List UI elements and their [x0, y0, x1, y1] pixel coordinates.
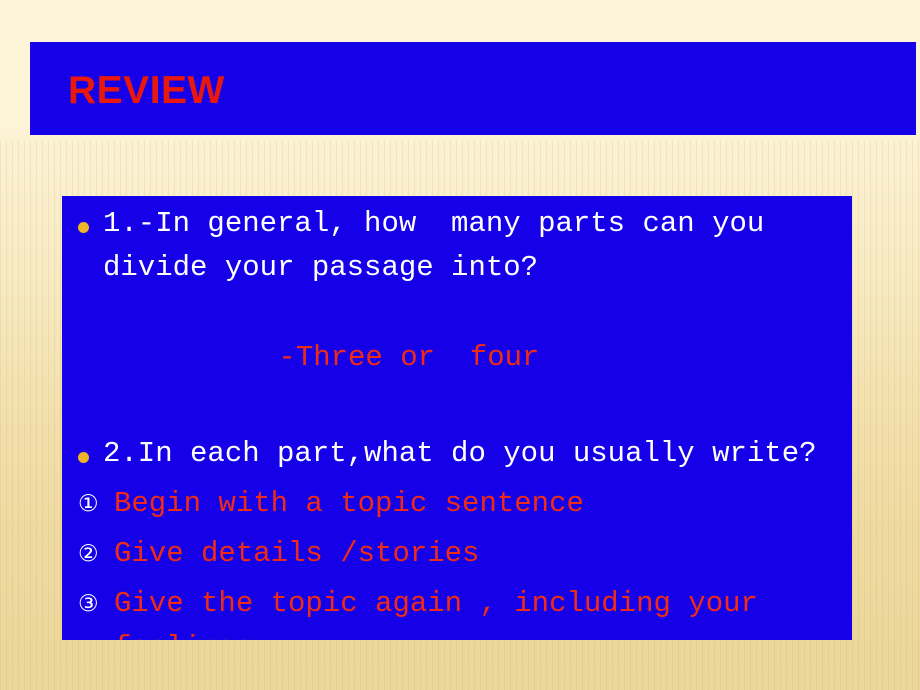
question-2-row: 2.In each part,what do you usually write…: [62, 432, 852, 476]
list-item-2-text: Give details /stories: [114, 537, 480, 570]
title-banner: REVIEW: [30, 42, 916, 135]
slide: REVIEW 1.-In general, how many parts can…: [0, 0, 920, 690]
question-1-text: 1.-In general, how many parts can you di…: [103, 207, 782, 284]
list-item-1-text: Begin with a topic sentence: [114, 487, 584, 520]
bullet-dot-icon: [78, 222, 89, 233]
list-marker-3: ③: [78, 591, 99, 617]
list-item: ② Give details /stories: [62, 532, 852, 576]
page-title: REVIEW: [68, 69, 225, 112]
content-panel: 1.-In general, how many parts can you di…: [62, 196, 852, 640]
answer-1-text: -Three or four: [278, 341, 540, 374]
bullet-dot-icon: [78, 452, 89, 463]
list-item: ③ Give the topic again , including your …: [62, 582, 852, 640]
answer-1-row: -Three or four: [62, 292, 852, 424]
question-2-text: 2.In each part,what do you usually write…: [103, 437, 817, 470]
question-1-row: 1.-In general, how many parts can you di…: [62, 196, 852, 290]
list-item: ① Begin with a topic sentence: [62, 482, 852, 526]
list-marker-1: ①: [78, 491, 99, 517]
list-marker-2: ②: [78, 541, 99, 567]
list-item-3-text: Give the topic again , including your fe…: [114, 587, 758, 640]
